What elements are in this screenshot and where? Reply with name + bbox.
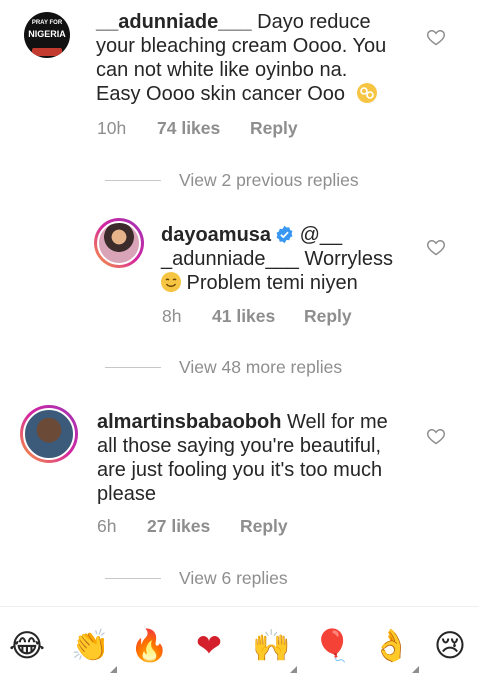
comment-2-reply-button[interactable]: Reply: [304, 306, 352, 327]
like-heart-icon[interactable]: [426, 27, 446, 47]
comment-2-body: dayoamusa @__ _adunniade___ Worryless Pr…: [161, 223, 421, 295]
divider-line: [105, 578, 161, 579]
view-replies-label[interactable]: View 6 replies: [179, 568, 288, 589]
comment-2-meta: 8h 41 likes Reply: [162, 306, 352, 327]
avatar-text-top: PRAY FOR: [31, 20, 63, 26]
comment-1-body: __adunniade___ Dayo reduce your bleachin…: [96, 10, 426, 106]
smiling-face-emoji-icon: [161, 272, 181, 292]
comment-2-time: 8h: [162, 306, 182, 326]
avatar-story-ring[interactable]: [94, 218, 144, 268]
red-heart-emoji-button[interactable]: ❤: [190, 627, 228, 665]
skin-tone-indicator-icon: [412, 666, 419, 673]
comment-3-text-line1: Well for me: [281, 411, 388, 433]
comment-3-time: 6h: [97, 516, 117, 536]
crying-face-emoji-button[interactable]: 😢: [431, 627, 469, 665]
comment-1-username[interactable]: __adunniade___: [96, 11, 252, 33]
comment-1-reply-button[interactable]: Reply: [250, 118, 298, 139]
comment-1-text-line1: Dayo reduce: [251, 11, 371, 33]
comment-2-mention[interactable]: @__: [294, 224, 343, 246]
comment-2-likes[interactable]: 41 likes: [212, 306, 304, 327]
comment-2: dayoamusa @__ _adunniade___ Worryless Pr…: [0, 210, 479, 350]
like-heart-icon[interactable]: [426, 426, 446, 446]
avatar-text-main: NIGERIA: [28, 29, 66, 39]
comment-1: PRAY FOR NIGERIA __adunniade___ Dayo red…: [0, 0, 479, 150]
comment-1-text-line4: Easy Oooo skin cancer Ooo: [96, 83, 346, 105]
cancer-zodiac-emoji-icon: [356, 83, 377, 103]
ok-hand-emoji-button[interactable]: 👌: [372, 627, 411, 665]
comment-3-likes[interactable]: 27 likes: [147, 516, 240, 537]
skin-tone-indicator-icon: [110, 666, 117, 673]
comment-3-text-line4: please: [97, 483, 156, 505]
avatar-dayoamusa[interactable]: [97, 221, 141, 265]
skin-tone-indicator-icon: [290, 666, 297, 673]
comment-1-text-line3: can not white like oyinbo na.: [96, 59, 348, 81]
balloon-emoji-button[interactable]: 🎈: [313, 627, 352, 665]
avatar-flag-stripe: [32, 48, 62, 56]
avatar-praying-nigeria[interactable]: PRAY FOR NIGERIA: [24, 12, 70, 58]
avatar-almartinsbabaoboh[interactable]: [23, 408, 75, 460]
comment-3-text-line3: are just fooling you it's too much: [97, 459, 383, 481]
comment-1-likes[interactable]: 74 likes: [157, 118, 250, 139]
comment-1-time: 10h: [97, 118, 127, 138]
emoji-quick-reaction-bar: 😂 👏 🔥 ❤ 🙌 🎈 👌 😢: [0, 606, 479, 686]
view-more-replies[interactable]: View 48 more replies: [105, 357, 342, 378]
divider-line: [105, 367, 161, 368]
comment-3-username[interactable]: almartinsbabaoboh: [97, 411, 281, 433]
divider-line: [105, 180, 161, 181]
comment-3-text-line2: all those saying you're beautiful,: [97, 435, 381, 457]
like-heart-icon[interactable]: [426, 237, 446, 257]
view-more-replies-label[interactable]: View 48 more replies: [179, 357, 342, 378]
verified-badge-icon: [275, 225, 294, 244]
comment-3-body: almartinsbabaoboh Well for me all those …: [97, 410, 427, 506]
comment-3: almartinsbabaoboh Well for me all those …: [0, 400, 479, 550]
comment-2-username[interactable]: dayoamusa: [161, 224, 271, 246]
view-previous-replies[interactable]: View 2 previous replies: [105, 170, 359, 191]
view-replies[interactable]: View 6 replies: [105, 568, 288, 589]
comment-2-text-line3: Problem temi niyen: [181, 272, 358, 294]
clapping-hands-emoji-button[interactable]: 👏: [71, 627, 110, 665]
comment-2-text-line2: _adunniade___ Worryless: [161, 248, 394, 270]
comment-3-meta: 6h 27 likes Reply: [97, 516, 288, 537]
comment-1-text-line2: your bleaching cream Oooo. You: [96, 35, 387, 57]
comment-3-reply-button[interactable]: Reply: [240, 516, 288, 537]
raising-hands-emoji-button[interactable]: 🙌: [252, 627, 291, 665]
comment-1-meta: 10h 74 likes Reply: [97, 118, 298, 139]
avatar-story-ring[interactable]: [20, 405, 78, 463]
tears-of-joy-emoji-button[interactable]: 😂: [8, 627, 46, 665]
view-previous-replies-label[interactable]: View 2 previous replies: [179, 170, 359, 191]
fire-emoji-button[interactable]: 🔥: [130, 627, 169, 665]
